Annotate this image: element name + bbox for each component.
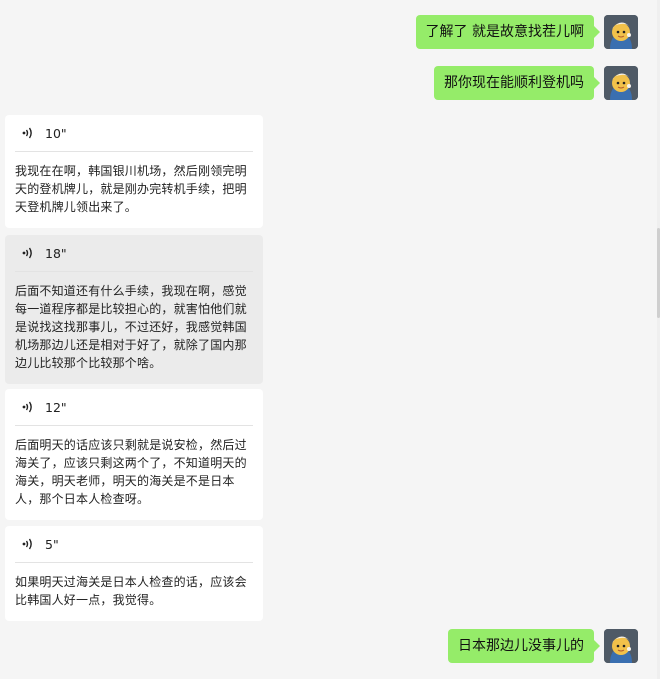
- voice-message-header[interactable]: 18": [15, 235, 253, 272]
- user-avatar[interactable]: [604, 66, 638, 100]
- voice-transcript: 后面不知道还有什么手续，我现在啊，感觉每一道程序都是比较担心的，就害怕他们就是说…: [15, 284, 247, 370]
- voice-message-header[interactable]: 12": [15, 389, 253, 426]
- outgoing-message-bubble[interactable]: 了解了 就是故意找茬儿啊: [415, 15, 601, 49]
- voice-duration: 5": [45, 536, 59, 552]
- message-text: 了解了 就是故意找茬儿啊: [425, 24, 584, 40]
- voice-duration: 18": [45, 245, 67, 261]
- user-avatar[interactable]: [604, 15, 638, 49]
- cartoon-girl-avatar-icon: [604, 15, 638, 49]
- voice-message-header[interactable]: 5": [15, 526, 253, 563]
- user-avatar[interactable]: [604, 629, 638, 663]
- voice-wave-icon: [22, 401, 32, 413]
- outgoing-message-bubble[interactable]: 日本那边儿没事儿的: [448, 629, 600, 663]
- voice-wave-icon: [22, 247, 32, 259]
- voice-message-card[interactable]: 18" 后面不知道还有什么手续，我现在啊，感觉每一道程序都是比较担心的，就害怕他…: [5, 235, 263, 384]
- chat-window: 了解了 就是故意找茬儿啊 那你现在能顺利登机吗 10" 我现在在啊，韩国银川机场…: [0, 0, 660, 679]
- voice-duration: 10": [45, 125, 67, 141]
- voice-message-header[interactable]: 10": [15, 115, 253, 152]
- voice-duration: 12": [45, 399, 67, 415]
- message-text: 那你现在能顺利登机吗: [444, 75, 584, 91]
- voice-message-card[interactable]: 12" 后面明天的话应该只剩就是说安检，然后过海关了，应该只剩这两个了，不知道明…: [5, 389, 263, 520]
- voice-transcript: 如果明天过海关是日本人检查的话，应该会比韩国人好一点，我觉得。: [15, 575, 247, 607]
- cartoon-girl-avatar-icon: [604, 66, 638, 100]
- message-text: 日本那边儿没事儿的: [458, 638, 584, 654]
- voice-wave-icon: [22, 538, 32, 550]
- voice-message-card[interactable]: 5" 如果明天过海关是日本人检查的话，应该会比韩国人好一点，我觉得。: [5, 526, 263, 621]
- voice-transcript: 我现在在啊，韩国银川机场，然后刚领完明天的登机牌儿，就是刚办完转机手续，把明天登…: [15, 164, 247, 214]
- outgoing-message-bubble[interactable]: 那你现在能顺利登机吗: [434, 66, 600, 100]
- voice-message-card[interactable]: 10" 我现在在啊，韩国银川机场，然后刚领完明天的登机牌儿，就是刚办完转机手续，…: [5, 115, 263, 228]
- voice-wave-icon: [22, 127, 32, 139]
- cartoon-girl-avatar-icon: [604, 629, 638, 663]
- voice-transcript: 后面明天的话应该只剩就是说安检，然后过海关了，应该只剩这两个了，不知道明天的海关…: [15, 438, 247, 506]
